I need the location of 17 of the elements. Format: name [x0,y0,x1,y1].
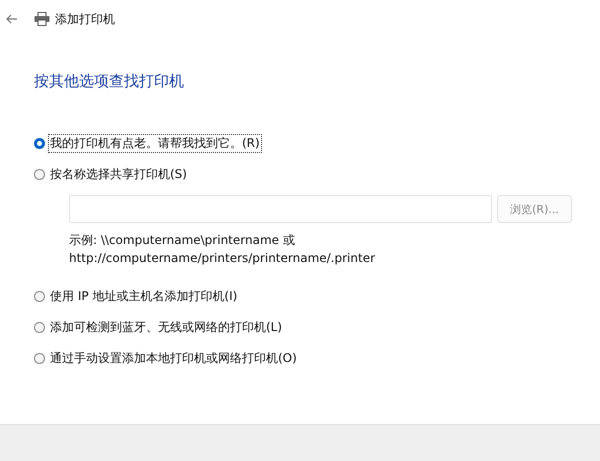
window-title: 添加打印机 [55,10,115,28]
page-heading: 按其他选项查找打印机 [34,72,185,91]
option-label[interactable]: 添加可检测到蓝牙、无线或网络的打印机(L) [48,318,284,336]
option-label[interactable]: 按名称选择共享打印机(S) [48,164,189,184]
printer-name-field[interactable] [69,195,492,223]
printer-icon [34,12,50,26]
option-label[interactable]: 使用 IP 地址或主机名添加打印机(I) [48,286,240,306]
back-icon[interactable] [6,14,18,24]
option-label[interactable]: 通过手动设置添加本地打印机或网络打印机(O) [48,348,299,368]
example-text: 示例: \\computername\printername 或 [69,232,296,249]
option-label[interactable]: 我的打印机有点老。请帮我找到它。(R) [48,134,262,152]
radio-button[interactable] [34,138,45,148]
radio-button[interactable] [34,168,45,180]
radio-button[interactable] [34,352,45,364]
radio-button[interactable] [34,290,45,302]
radio-button[interactable] [34,322,45,332]
example-text: http://computername/printers/printername/.printer [69,250,376,267]
